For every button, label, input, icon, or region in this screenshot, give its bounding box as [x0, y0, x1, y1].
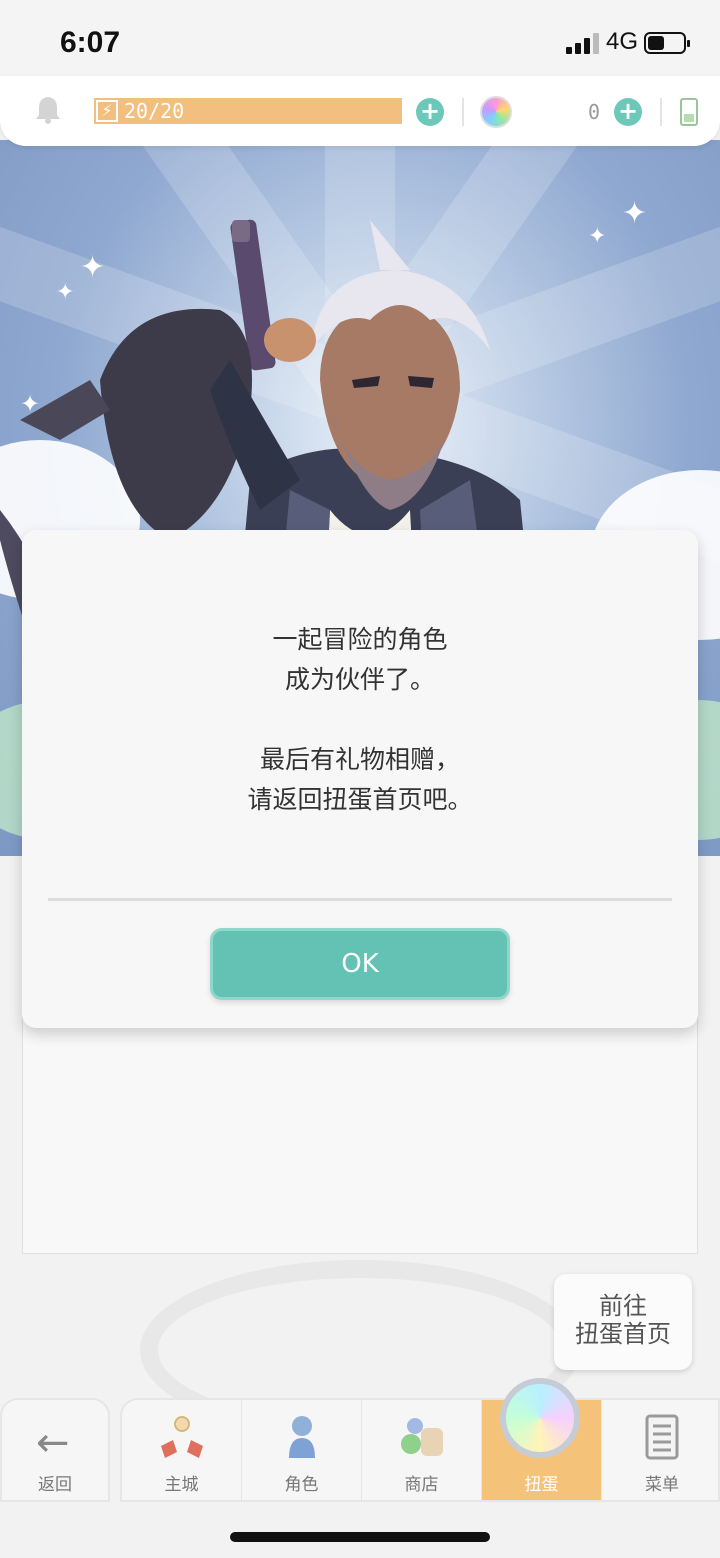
ok-button[interactable]: OK — [210, 928, 510, 1000]
divider — [660, 98, 662, 126]
nav-label: 扭蛋 — [524, 1475, 559, 1495]
stamina-bar: ⚡ 20/20 — [94, 98, 402, 124]
back-label: 返回 — [38, 1475, 72, 1495]
status-time: 6:07 — [60, 26, 121, 59]
resource-bar: ⚡ 20/20 + 0 + — [0, 76, 720, 146]
nav-label: 菜单 — [645, 1475, 679, 1495]
device-icon[interactable] — [680, 98, 698, 126]
dialog-message-2: 最后有礼物相赠， 请返回扭蛋首页吧。 — [22, 740, 698, 820]
dialog-line: 成为伙伴了。 — [284, 665, 435, 694]
rainbow-gem-icon — [480, 96, 512, 128]
network-type: 4G — [606, 28, 639, 55]
goto-label-2: 扭蛋首页 — [575, 1320, 671, 1348]
nav-label: 商店 — [404, 1475, 439, 1495]
dialog-line: 一起冒险的角色 — [272, 625, 448, 654]
dialog-line: 请返回扭蛋首页吧。 — [247, 785, 473, 814]
nav-item-menu[interactable]: 菜单 — [602, 1400, 720, 1500]
home-indicator[interactable] — [230, 1532, 490, 1542]
dialog-divider — [48, 898, 672, 901]
gem-count: 0 — [588, 100, 601, 124]
status-bar: 6:07 4G — [0, 0, 720, 88]
back-button[interactable]: ← 返回 — [0, 1398, 110, 1502]
nav-item-characters[interactable]: 角色 — [242, 1400, 362, 1500]
nav-label: 角色 — [284, 1475, 319, 1495]
goto-gacha-home-button[interactable]: 前往 扭蛋首页 — [554, 1274, 692, 1370]
nav-label: 主城 — [164, 1475, 199, 1495]
stamina-value: 20/20 — [124, 99, 185, 123]
add-stamina-button[interactable]: + — [416, 98, 444, 126]
notice-dialog: 一起冒险的角色 成为伙伴了。 最后有礼物相赠， 请返回扭蛋首页吧。 OK — [22, 530, 698, 1028]
nav-item-main-city[interactable]: 主城 — [122, 1400, 242, 1500]
goto-label-1: 前往 — [599, 1292, 647, 1320]
add-gems-button[interactable]: + — [614, 98, 642, 126]
back-arrow-icon: ← — [36, 1420, 70, 1466]
character-icon — [289, 1416, 315, 1458]
nav-item-shop[interactable]: 商店 — [362, 1400, 482, 1500]
bell-icon[interactable] — [34, 94, 62, 124]
menu-icon — [645, 1414, 679, 1460]
dialog-message-1: 一起冒险的角色 成为伙伴了。 — [22, 620, 698, 700]
lightning-icon: ⚡ — [96, 100, 118, 122]
app-screen: 6:07 4G ✦ ✦ ✦ ✦ ✦ ⚡ 20/20 + 0 + 一起冒险的角色 … — [0, 0, 720, 1558]
shop-icon — [401, 1418, 443, 1456]
signal-icon — [566, 32, 602, 54]
battery-icon — [644, 32, 690, 54]
divider — [462, 98, 464, 126]
dialog-line: 最后有礼物相赠， — [259, 745, 460, 774]
gacha-icon[interactable] — [500, 1378, 580, 1458]
bottom-nav: 主城 角色 商店 扭蛋 菜单 — [120, 1398, 720, 1502]
castle-icon — [161, 1416, 203, 1458]
